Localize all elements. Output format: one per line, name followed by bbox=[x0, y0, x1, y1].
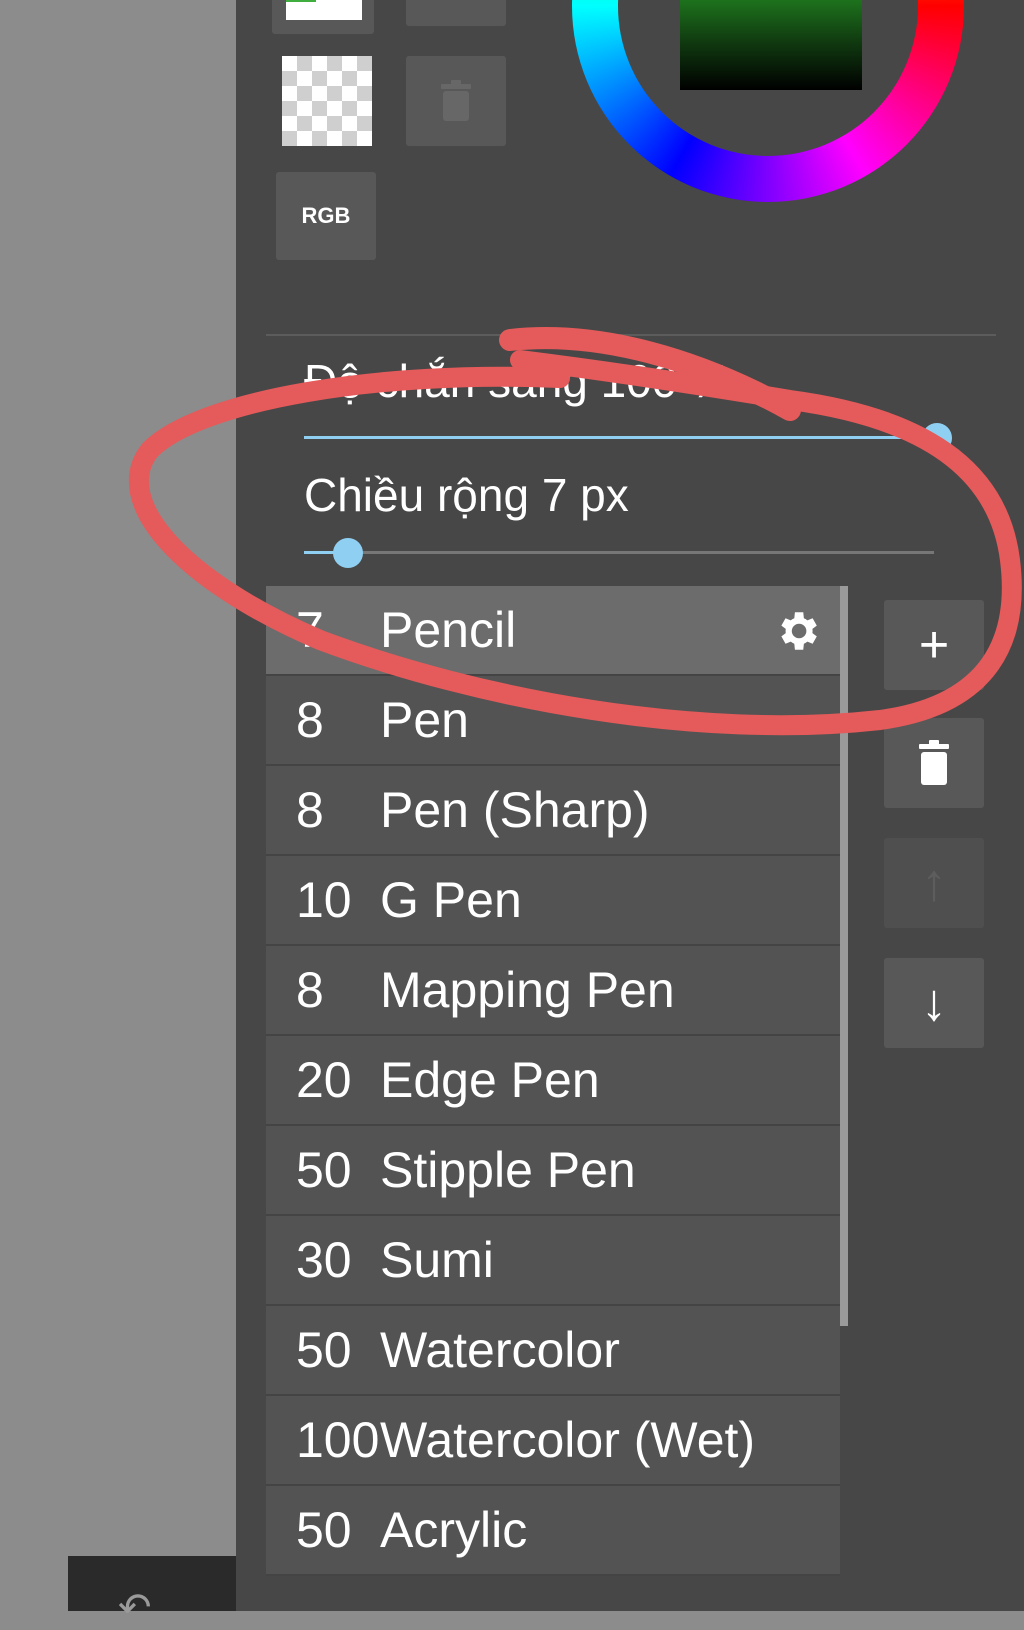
brush-item[interactable]: 8 Pen (Sharp) bbox=[266, 766, 840, 856]
add-brush-button[interactable]: + bbox=[884, 600, 984, 690]
brush-item[interactable]: 7 Pencil bbox=[266, 586, 840, 676]
brush-name: Watercolor bbox=[380, 1322, 620, 1378]
bottom-toolbar: ↶ bbox=[68, 1556, 236, 1628]
delete-brush-button[interactable] bbox=[884, 718, 984, 808]
brush-item[interactable]: 8 Pen bbox=[266, 676, 840, 766]
brush-size: 100 bbox=[296, 1412, 380, 1468]
transparent-color-swatch[interactable] bbox=[282, 56, 372, 146]
brush-list-scrollbar[interactable] bbox=[840, 586, 848, 1326]
brush-size: 50 bbox=[296, 1322, 352, 1378]
brush-name: Sumi bbox=[380, 1232, 494, 1288]
brush-name: Stipple Pen bbox=[380, 1142, 636, 1198]
brush-size: 30 bbox=[296, 1232, 352, 1288]
brush-size: 8 bbox=[296, 962, 324, 1018]
brush-name: Pen bbox=[380, 692, 469, 748]
trash-icon bbox=[441, 80, 471, 121]
brush-size: 10 bbox=[296, 872, 352, 928]
brush-item[interactable]: 50 Watercolor bbox=[266, 1306, 840, 1396]
brush-size: 20 bbox=[296, 1052, 352, 1108]
trash-icon bbox=[919, 740, 949, 785]
brush-name: Mapping Pen bbox=[380, 962, 675, 1018]
brush-size: 7 bbox=[296, 602, 324, 658]
brush-item[interactable]: 8 Mapping Pen bbox=[266, 946, 840, 1036]
brush-item[interactable]: 30 Sumi bbox=[266, 1216, 840, 1306]
brush-size: 50 bbox=[296, 1502, 352, 1558]
brush-name: Pen (Sharp) bbox=[380, 782, 650, 838]
brush-item[interactable]: 20 Edge Pen bbox=[266, 1036, 840, 1126]
saturation-value-picker[interactable] bbox=[680, 0, 862, 90]
brush-item[interactable]: 10 G Pen bbox=[266, 856, 840, 946]
canvas-area[interactable] bbox=[0, 0, 236, 1611]
width-slider-track[interactable] bbox=[304, 551, 934, 554]
swap-color-button[interactable] bbox=[406, 0, 506, 26]
color-swatch-button[interactable] bbox=[272, 0, 374, 34]
brush-name: Pencil bbox=[380, 602, 517, 658]
brush-name: Acrylic bbox=[380, 1502, 528, 1558]
brush-item[interactable]: 50 Stipple Pen bbox=[266, 1126, 840, 1216]
brush-item[interactable]: 100 Watercolor (Wet) bbox=[266, 1396, 840, 1486]
brush-panel: RGB Độ chắn sáng 100 % Chiều rộng 7 px 7… bbox=[236, 0, 1024, 1611]
width-slider-thumb[interactable] bbox=[333, 538, 364, 568]
brush-name: Watercolor (Wet) bbox=[380, 1412, 756, 1468]
brush-item[interactable]: 50 Acrylic bbox=[266, 1486, 840, 1576]
move-down-button[interactable]: ↓ bbox=[884, 958, 984, 1048]
undo-icon[interactable]: ↶ bbox=[118, 1588, 152, 1628]
rgb-mode-button[interactable]: RGB bbox=[276, 172, 376, 260]
brush-size: 8 bbox=[296, 782, 324, 838]
width-label: Chiều rộng 7 px bbox=[304, 469, 629, 521]
divider bbox=[266, 334, 996, 336]
opacity-slider-fill bbox=[304, 436, 934, 439]
move-up-button[interactable]: ↑ bbox=[884, 838, 984, 928]
delete-color-button[interactable] bbox=[406, 56, 506, 146]
brush-name: Edge Pen bbox=[380, 1052, 600, 1108]
opacity-label: Độ chắn sáng 100 % bbox=[304, 355, 732, 407]
brush-size: 50 bbox=[296, 1142, 352, 1198]
gear-icon[interactable] bbox=[772, 606, 822, 656]
brush-list: 7 Pencil 8 Pen 8 Pen (Sharp) 10 G Pen 8 Mapping P… bbox=[266, 586, 840, 1576]
opacity-slider-thumb[interactable] bbox=[922, 423, 952, 453]
brush-size: 8 bbox=[296, 692, 324, 748]
brush-name: G Pen bbox=[380, 872, 522, 928]
